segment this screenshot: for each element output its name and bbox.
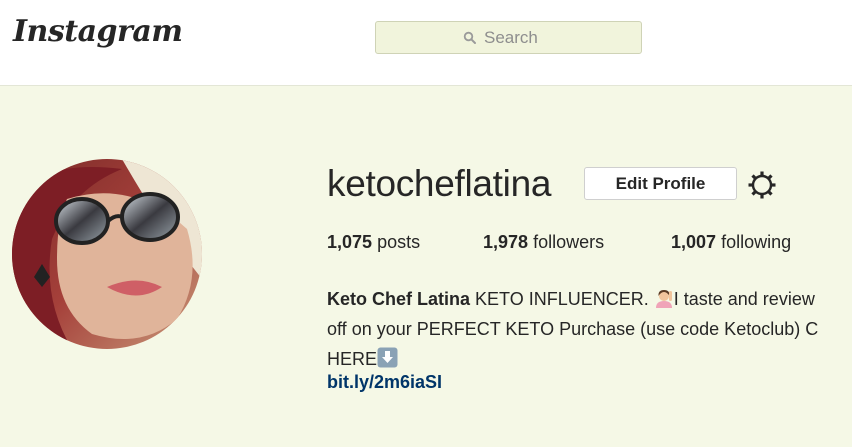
profile-website-link[interactable]: bit.ly/2m6iaSI bbox=[327, 372, 442, 393]
search-input[interactable] bbox=[484, 27, 554, 48]
bio-line-2: off on your PERFECT KETO Purchase (use c… bbox=[327, 319, 819, 339]
woman-raising-hand-icon bbox=[655, 290, 672, 308]
down-arrow-icon bbox=[377, 347, 398, 368]
search-box[interactable] bbox=[375, 21, 642, 54]
profile-full-name: Keto Chef Latina bbox=[327, 289, 471, 309]
posts-label: posts bbox=[377, 232, 421, 252]
instagram-logo[interactable]: Instagram bbox=[13, 14, 183, 49]
following-count: 1,007 bbox=[671, 232, 717, 252]
edit-profile-button[interactable]: Edit Profile bbox=[584, 167, 737, 200]
followers-stat[interactable]: 1,978 followers bbox=[483, 232, 604, 253]
bio-text-1b: I taste and review bbox=[673, 289, 815, 309]
bio-text-1: KETO INFLUENCER. bbox=[475, 289, 649, 309]
followers-label: followers bbox=[533, 232, 605, 252]
following-label: following bbox=[721, 232, 792, 252]
profile-username: ketocheflatina bbox=[327, 163, 552, 204]
followers-count: 1,978 bbox=[483, 232, 529, 252]
bio-line-1: Keto Chef Latina KETO INFLUENCER. I tast… bbox=[327, 284, 852, 314]
posts-stat: 1,075 posts bbox=[327, 232, 420, 253]
gear-icon[interactable] bbox=[747, 170, 777, 200]
bio-line-3: HERE bbox=[327, 344, 852, 374]
following-stat[interactable]: 1,007 following bbox=[671, 232, 791, 253]
profile-bio: Keto Chef Latina KETO INFLUENCER. I tast… bbox=[327, 284, 852, 374]
top-navigation-bar: Instagram bbox=[0, 0, 852, 86]
bio-text-3: HERE bbox=[327, 349, 378, 369]
profile-avatar[interactable] bbox=[12, 159, 202, 349]
posts-count: 1,075 bbox=[327, 232, 373, 252]
search-icon bbox=[463, 31, 476, 44]
